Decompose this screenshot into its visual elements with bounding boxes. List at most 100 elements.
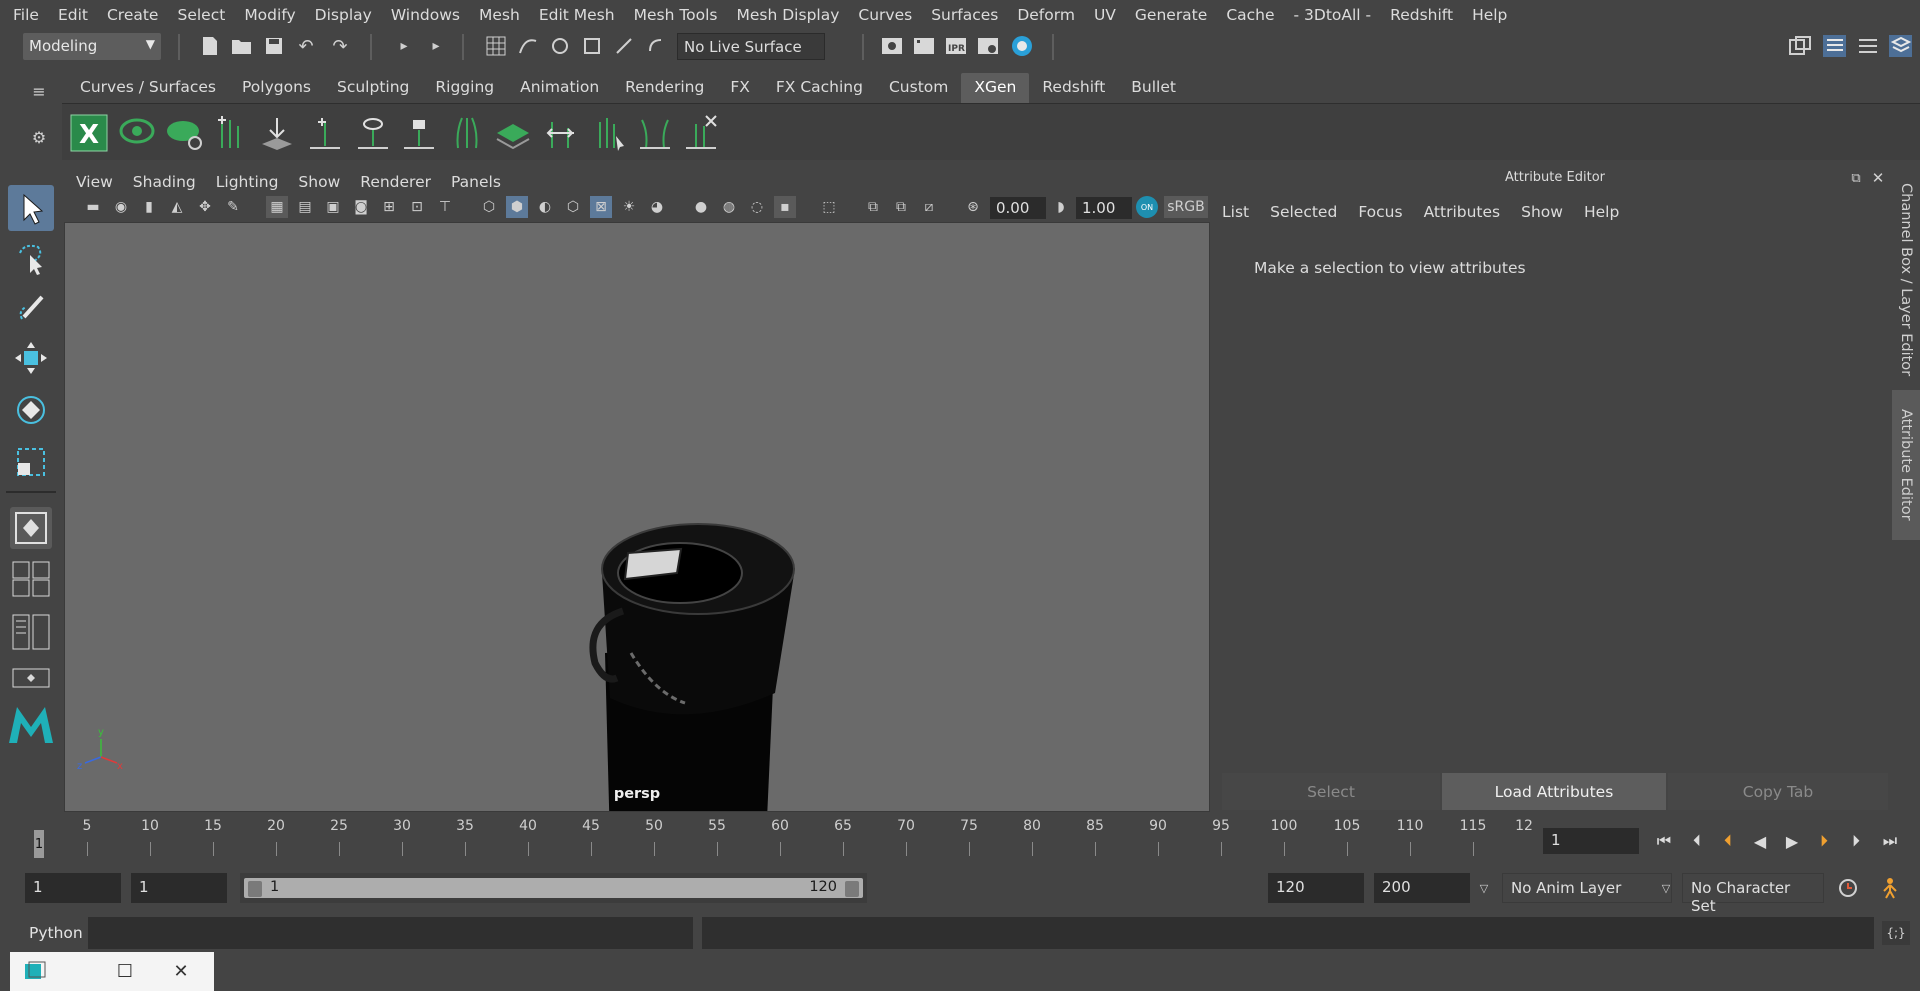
modeling-toolkit-icon[interactable] xyxy=(1788,34,1812,58)
menu-deform[interactable]: Deform xyxy=(1017,6,1075,24)
menu-generate[interactable]: Generate xyxy=(1135,6,1207,24)
tool-settings-icon[interactable] xyxy=(1856,34,1880,58)
current-frame-marker[interactable]: 1 xyxy=(34,830,44,858)
shelf-tab-fx[interactable]: FX xyxy=(717,73,763,103)
xgen-add-guide-icon[interactable] xyxy=(212,114,250,152)
screen-space-ambient-occlusion-icon[interactable]: ● xyxy=(690,196,712,218)
menu-edit[interactable]: Edit xyxy=(58,6,88,24)
camera-attributes-icon[interactable]: ◉ xyxy=(110,196,132,218)
play-forwards-icon[interactable]: ▶ xyxy=(1778,828,1806,854)
menu-help[interactable]: Help xyxy=(1472,6,1507,24)
ae-menu-attributes[interactable]: Attributes xyxy=(1424,203,1501,221)
ae-menu-selected[interactable]: Selected xyxy=(1270,203,1337,221)
menu-set-dropdown[interactable]: Modeling ▼ xyxy=(23,33,161,60)
ae-menu-focus[interactable]: Focus xyxy=(1358,203,1402,221)
range-start-handle[interactable] xyxy=(248,881,262,897)
make-live-icon[interactable] xyxy=(644,34,668,58)
lasso-tool-button[interactable] xyxy=(8,235,54,281)
viewport-menu-view[interactable]: View xyxy=(76,173,113,191)
xgen-density-icon[interactable] xyxy=(494,114,532,152)
viewport-menu-renderer[interactable]: Renderer xyxy=(360,173,431,191)
menu-create[interactable]: Create xyxy=(107,6,159,24)
command-input[interactable] xyxy=(88,917,693,949)
image-plane-icon[interactable]: ◭ xyxy=(166,196,188,218)
render-settings-icon[interactable] xyxy=(976,34,1000,58)
redo-icon[interactable]: ↷ xyxy=(328,34,352,58)
exposure-field[interactable]: 0.00 xyxy=(990,197,1046,219)
shelf-tab-fx-caching[interactable]: FX Caching xyxy=(763,73,876,103)
xgen-guide-width-icon[interactable] xyxy=(636,114,674,152)
grid-toggle-icon[interactable]: ▦ xyxy=(266,196,288,218)
range-slider-track[interactable]: 1 120 xyxy=(240,873,867,903)
anim-layer-dropdown[interactable]: No Anim Layer xyxy=(1502,873,1672,903)
xgen-place-guide-icon[interactable] xyxy=(258,114,296,152)
open-scene-icon[interactable] xyxy=(230,34,254,58)
four-view-layout-button[interactable] xyxy=(8,559,54,599)
go-to-start-icon[interactable]: ⏮ xyxy=(1650,828,1678,854)
xray-joints-icon[interactable]: ⧉ xyxy=(890,196,912,218)
playback-end-field[interactable]: 120 xyxy=(1268,873,1364,903)
menu-edit-mesh[interactable]: Edit Mesh xyxy=(539,6,615,24)
command-language-label[interactable]: Python xyxy=(29,924,83,942)
hypershade-icon[interactable] xyxy=(1010,34,1034,58)
depth-of-field-icon[interactable]: ▪ xyxy=(774,196,796,218)
attribute-editor-toggle-icon[interactable] xyxy=(1822,34,1846,58)
shelf-tab-redshift[interactable]: Redshift xyxy=(1029,73,1118,103)
bookmark-icon[interactable]: ▮ xyxy=(138,196,160,218)
step-back-key-icon[interactable]: ⏴ xyxy=(1714,828,1742,854)
animation-preferences-icon[interactable] xyxy=(1878,876,1902,900)
menu-mesh[interactable]: Mesh xyxy=(479,6,520,24)
select-button[interactable]: Select xyxy=(1222,773,1440,810)
shelf-tab-custom[interactable]: Custom xyxy=(876,73,961,103)
ae-menu-help[interactable]: Help xyxy=(1584,203,1619,221)
live-surface-field[interactable]: No Live Surface xyxy=(677,33,825,60)
menu-uv[interactable]: UV xyxy=(1094,6,1116,24)
chevron-down-icon[interactable]: ▽ xyxy=(1472,876,1496,900)
xgen-lock-guide-icon[interactable] xyxy=(400,114,438,152)
grease-pencil-icon[interactable]: ✎ xyxy=(222,196,244,218)
snap-point-icon[interactable] xyxy=(548,34,572,58)
animation-end-field[interactable]: 200 xyxy=(1374,873,1470,903)
viewport-persp[interactable]: y z x persp xyxy=(64,222,1210,812)
xgen-select-guide-icon[interactable] xyxy=(590,114,628,152)
xgen-sculpt-guide-icon[interactable] xyxy=(306,114,344,152)
xgen-delete-guide-icon[interactable] xyxy=(682,114,720,152)
textured-icon[interactable]: ⊠ xyxy=(590,196,612,218)
play-backwards-icon[interactable]: ◀ xyxy=(1746,828,1774,854)
multisample-antialiasing-icon[interactable]: ◌ xyxy=(746,196,768,218)
menu-cache[interactable]: Cache xyxy=(1226,6,1274,24)
shelf-settings-gear-icon[interactable]: ⚙ xyxy=(27,125,51,149)
menu-mesh-tools[interactable]: Mesh Tools xyxy=(634,6,718,24)
menu-3dtoall[interactable]: - 3DtoAll - xyxy=(1294,6,1372,24)
menu-display[interactable]: Display xyxy=(315,6,372,24)
copy-tab-button[interactable]: Copy Tab xyxy=(1668,773,1888,810)
shelf-tab-rigging[interactable]: Rigging xyxy=(422,73,507,103)
animation-start-field[interactable]: 1 xyxy=(25,873,121,903)
xray-components-icon[interactable]: ⧄ xyxy=(918,196,940,218)
isolate-select-icon[interactable]: ⬚ xyxy=(818,196,840,218)
gamma-field[interactable]: 1.00 xyxy=(1076,197,1132,219)
shadows-icon[interactable]: ◕ xyxy=(646,196,668,218)
chevron-down-icon[interactable]: ▽ xyxy=(1654,876,1678,900)
shelf-tab-polygons[interactable]: Polygons xyxy=(229,73,324,103)
viewport-menu-show[interactable]: Show xyxy=(298,173,340,191)
field-chart-icon[interactable]: ⊞ xyxy=(378,196,400,218)
maximize-icon[interactable]: ☐ xyxy=(114,960,136,982)
menu-redshift[interactable]: Redshift xyxy=(1390,6,1453,24)
snap-curve-icon[interactable] xyxy=(516,34,540,58)
menu-modify[interactable]: Modify xyxy=(244,6,295,24)
time-slider[interactable]: 5 10 15 20 25 30 35 40 45 50 55 60 65 70… xyxy=(30,816,1535,860)
camera-select-icon[interactable]: ▬ xyxy=(82,196,104,218)
close-window-icon[interactable]: ✕ xyxy=(170,960,192,982)
step-forward-frame-icon[interactable]: ⏵ xyxy=(1842,828,1870,854)
render-view-icon[interactable] xyxy=(880,34,904,58)
playback-start-field[interactable]: 1 xyxy=(131,873,227,903)
shelf-tab-animation[interactable]: Animation xyxy=(507,73,612,103)
auto-key-icon[interactable] xyxy=(1836,876,1860,900)
shelf-tab-xgen[interactable]: XGen xyxy=(961,73,1030,103)
menu-surfaces[interactable]: Surfaces xyxy=(931,6,998,24)
shelf-tab-bullet[interactable]: Bullet xyxy=(1118,73,1189,103)
float-panel-icon[interactable]: ⧉ xyxy=(1846,168,1866,188)
color-management-toggle-icon[interactable]: ON xyxy=(1136,196,1158,218)
menu-windows[interactable]: Windows xyxy=(391,6,460,24)
